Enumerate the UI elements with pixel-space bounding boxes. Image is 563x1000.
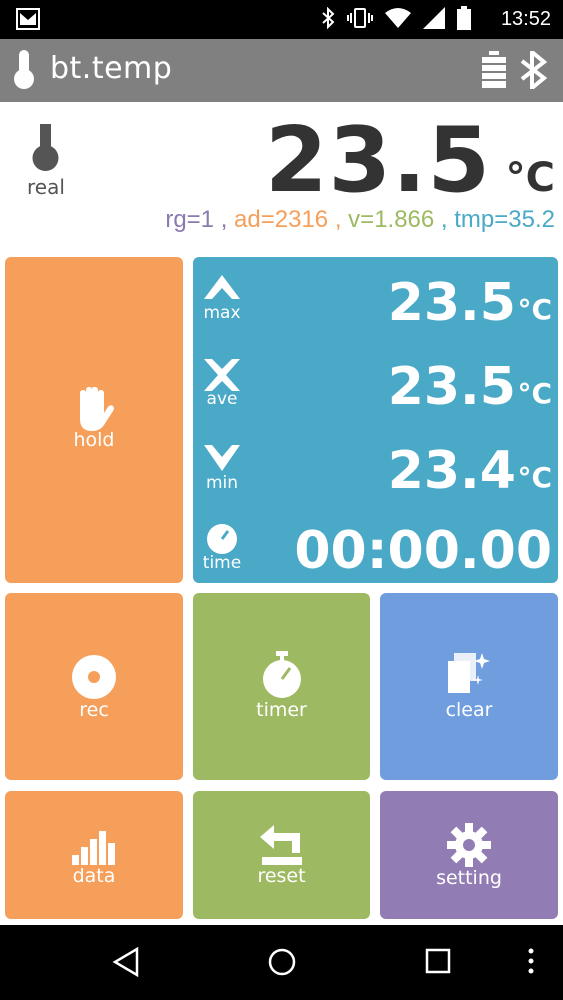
back-icon[interactable]: [111, 946, 141, 981]
time-row: time 00:00.00: [193, 519, 558, 603]
time-label: time: [202, 553, 242, 573]
current-temperature: 23.5: [264, 108, 491, 213]
statistics-panel: max 23.5 °C ave 23.5 °C min 23.4 °C time…: [193, 257, 558, 583]
min-row: min 23.4 °C: [193, 439, 558, 523]
hold-button[interactable]: hold: [5, 257, 183, 583]
recents-icon[interactable]: [424, 947, 452, 979]
home-icon[interactable]: [267, 947, 297, 981]
ave-row: ave 23.5 °C: [193, 355, 558, 439]
reset-label: reset: [257, 865, 306, 887]
max-label: max: [203, 303, 241, 323]
sensor-info-line: rg=1 , ad=2316 , v=1.866 , tmp=35.2: [165, 206, 555, 234]
elapsed-time: 00:00.00: [294, 521, 552, 581]
device-battery-icon[interactable]: [481, 51, 507, 93]
ave-value: 23.5: [387, 357, 516, 417]
max-row: max 23.5 °C: [193, 271, 558, 355]
timer-label: timer: [256, 699, 307, 721]
min-arrow-icon: [204, 443, 240, 475]
info-ad: ad=2316: [234, 206, 329, 233]
bluetooth-connect-icon[interactable]: [518, 47, 550, 93]
max-unit: °C: [517, 293, 552, 326]
info-sep: ,: [214, 206, 235, 233]
info-rg: rg=1: [165, 206, 215, 233]
setting-button[interactable]: setting: [380, 791, 558, 919]
hold-label: hold: [73, 429, 115, 451]
app-title: bt.temp: [50, 51, 173, 86]
bar-chart-icon: [72, 829, 116, 869]
thermometer-logo-icon: [10, 50, 38, 94]
status-bar: 13:52: [0, 0, 563, 39]
gear-icon: [447, 823, 491, 871]
gmail-icon: [16, 8, 40, 34]
hand-icon: [72, 386, 116, 435]
info-v: v=1.866: [348, 206, 435, 233]
data-label: data: [72, 865, 116, 887]
bluetooth-status-icon: [321, 6, 335, 33]
app-bar: bt.temp: [0, 39, 563, 102]
max-value: 23.5: [387, 273, 516, 333]
signal-icon: [423, 6, 445, 33]
min-unit: °C: [517, 461, 552, 494]
info-sep: ,: [328, 206, 349, 233]
battery-status-icon: [457, 5, 471, 34]
rec-label: rec: [79, 699, 109, 721]
reset-button[interactable]: reset: [193, 791, 370, 919]
temperature-unit: °C: [505, 155, 555, 201]
current-reading-panel: real 23.5 °C rg=1 , ad=2316 , v=1.866 , …: [0, 102, 563, 252]
record-icon: [72, 655, 116, 703]
thermometer-icon: [26, 124, 66, 178]
setting-label: setting: [436, 867, 502, 889]
timer-button[interactable]: timer: [193, 593, 370, 780]
clear-button[interactable]: clear: [380, 593, 558, 780]
system-nav-bar: [0, 925, 563, 1000]
ave-unit: °C: [517, 377, 552, 410]
timer-icon: [262, 651, 302, 703]
min-label: min: [205, 473, 239, 493]
data-button[interactable]: data: [5, 791, 183, 919]
mode-label: real: [27, 175, 65, 199]
clear-label: clear: [445, 699, 493, 721]
clear-icon: [446, 651, 492, 701]
rec-button[interactable]: rec: [5, 593, 183, 780]
info-tmp: tmp=35.2: [454, 206, 555, 233]
ave-label: ave: [206, 389, 238, 409]
max-arrow-icon: [204, 275, 240, 305]
reset-arrow-icon: [259, 825, 304, 869]
info-sep: ,: [434, 206, 455, 233]
more-options-icon[interactable]: [527, 947, 535, 979]
clock-time: 13:52: [500, 8, 551, 30]
wifi-icon: [385, 7, 411, 32]
vibrate-icon: [347, 7, 373, 33]
min-value: 23.4: [387, 441, 516, 501]
